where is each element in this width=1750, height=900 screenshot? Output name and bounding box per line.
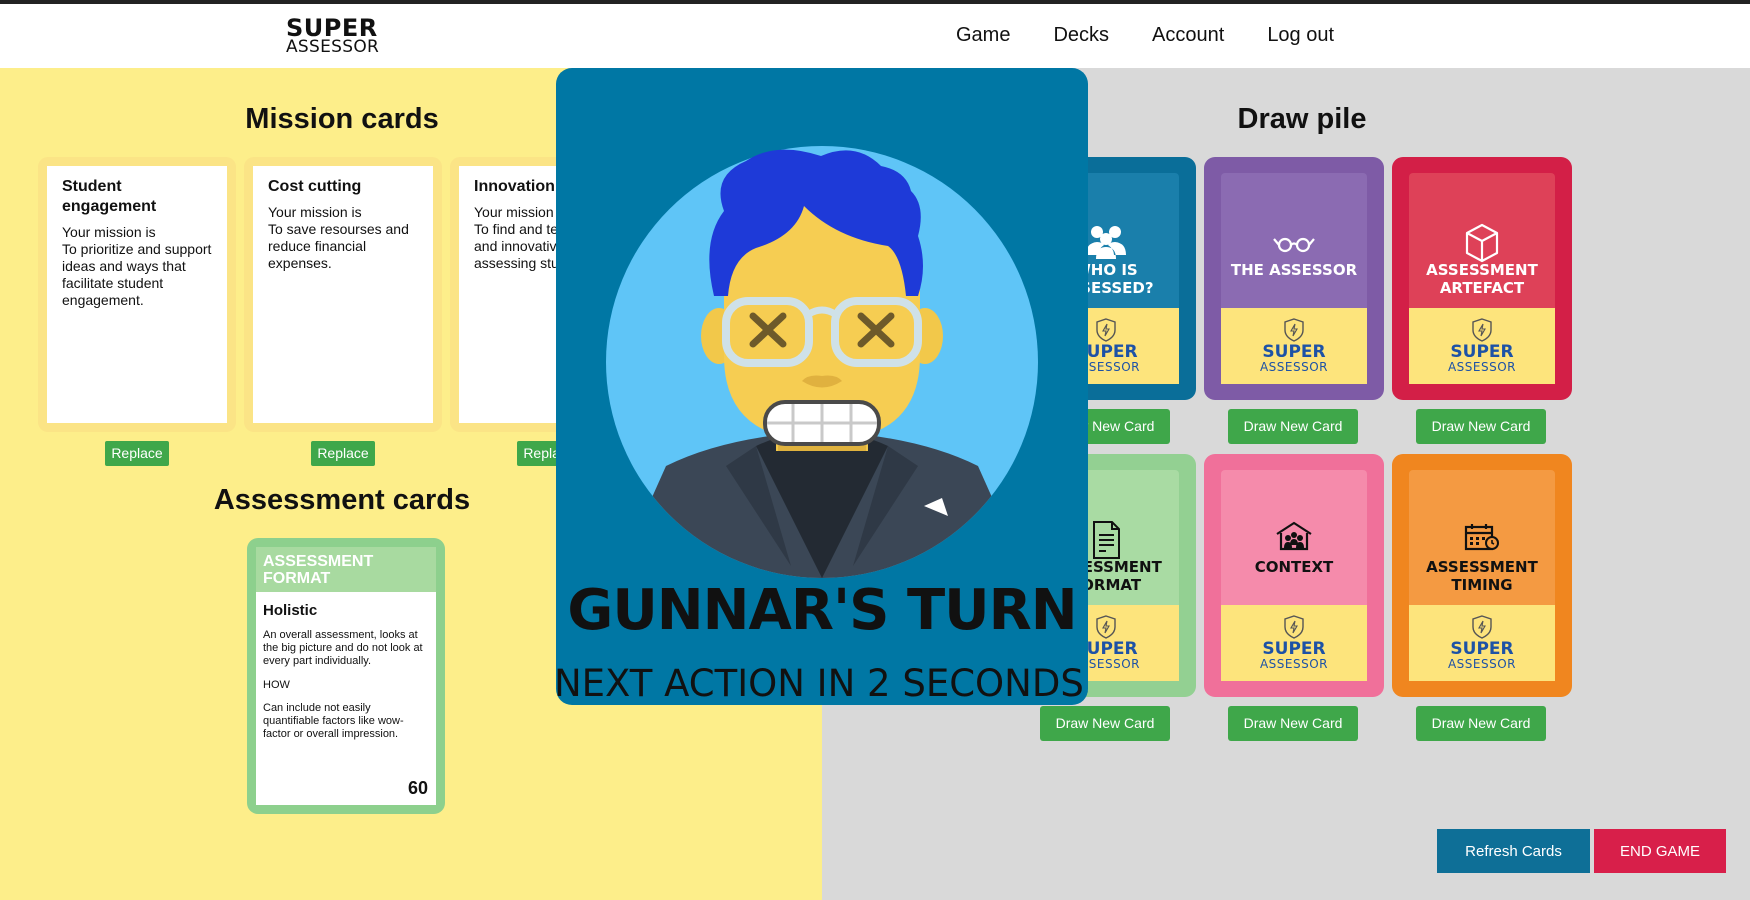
deck-brand-line1: SUPER xyxy=(1262,639,1326,659)
shield-icon xyxy=(1096,318,1116,342)
deck-card-face: THE ASSESSOR SUPER ASSESSOR xyxy=(1221,173,1367,384)
nav-logout[interactable]: Log out xyxy=(1267,24,1334,47)
calendar-icon xyxy=(1409,520,1555,558)
shield-icon xyxy=(1096,615,1116,639)
deck-brand-line2: ASSESSOR xyxy=(1447,657,1517,671)
shield-icon xyxy=(1284,615,1304,639)
shield-icon xyxy=(1472,318,1492,342)
logo[interactable]: SUPER ASSESSOR xyxy=(286,16,379,56)
deck-card[interactable]: CONTEXT SUPER ASSESSOR xyxy=(1204,454,1384,697)
nav-account[interactable]: Account xyxy=(1152,24,1224,47)
assessment-cards-title: Assessment cards xyxy=(213,484,471,516)
next-action-countdown: NEXT ACTION IN 2 SECONDS... xyxy=(556,662,1088,705)
deck-card[interactable]: THE ASSESSOR SUPER ASSESSOR xyxy=(1204,157,1384,400)
assessment-card-how: HOW xyxy=(263,679,290,691)
logo-line2: ASSESSOR xyxy=(286,37,380,57)
replace-button[interactable]: Replace xyxy=(105,441,169,466)
assessment-card-points: 60 xyxy=(407,778,428,798)
draw-new-card-button[interactable]: Draw New Card xyxy=(1228,409,1358,444)
deck-card[interactable]: ASSESSMENT TIMING SUPER ASSESSOR xyxy=(1392,454,1572,697)
deck-brand: SUPER ASSESSOR xyxy=(1221,308,1367,384)
end-game-button[interactable]: END GAME xyxy=(1594,829,1726,873)
deck-brand-line2: ASSESSOR xyxy=(1447,360,1517,374)
deck-brand-line1: SUPER xyxy=(1450,639,1514,659)
assessment-card-note: Can include not easily quantifiable fact… xyxy=(263,702,404,740)
deck-card-title: CONTEXT xyxy=(1254,558,1334,576)
turn-modal: GUNNAR'S TURN NEXT ACTION IN 2 SECONDS..… xyxy=(556,68,1088,705)
deck-card-face: CONTEXT SUPER ASSESSOR xyxy=(1221,470,1367,681)
refresh-cards-button[interactable]: Refresh Cards xyxy=(1437,829,1590,873)
deck-brand-line1: SUPER xyxy=(1450,342,1514,362)
draw-new-card-button[interactable]: Draw New Card xyxy=(1228,706,1358,741)
glasses-icon xyxy=(1221,223,1367,261)
deck-card-face: ASSESSMENT ARTEFACT SUPER ASSESSOR xyxy=(1409,173,1555,384)
deck-card-title: ASSESSMENT TIMING xyxy=(1426,558,1538,594)
draw-new-card-button[interactable]: Draw New Card xyxy=(1416,706,1546,741)
mission-cards-title: Mission cards xyxy=(245,103,439,135)
mission-card[interactable]: Student engagement Your mission is To pr… xyxy=(38,157,236,432)
mission-card-title: Cost cutting xyxy=(268,178,362,195)
mission-card-title: Student engagement xyxy=(62,178,157,215)
shield-icon xyxy=(1472,615,1492,639)
assessment-card-category: ASSESSMENT FORMAT xyxy=(256,547,436,592)
deck-card-face: ASSESSMENT TIMING SUPER ASSESSOR xyxy=(1409,470,1555,681)
mission-card-text: Your mission is To prioritize and suppor… xyxy=(62,224,212,308)
draw-new-card-button[interactable]: Draw New Card xyxy=(1416,409,1546,444)
navbar: SUPER ASSESSOR Game Decks Account Log ou… xyxy=(0,4,1750,68)
deck-brand: SUPER ASSESSOR xyxy=(1221,605,1367,681)
avatar-illustration xyxy=(606,146,1038,578)
deck-brand-line2: ASSESSOR xyxy=(1259,360,1329,374)
deck-card[interactable]: ASSESSMENT ARTEFACT SUPER ASSESSOR xyxy=(1392,157,1572,400)
turn-heading: GUNNAR'S TURN xyxy=(567,578,1077,643)
replace-button[interactable]: Replace xyxy=(311,441,375,466)
mission-card[interactable]: Cost cutting Your mission is To save res… xyxy=(244,157,442,432)
draw-new-card-button[interactable]: Draw New Card xyxy=(1040,706,1170,741)
deck-brand: SUPER ASSESSOR xyxy=(1409,605,1555,681)
deck-brand: SUPER ASSESSOR xyxy=(1409,308,1555,384)
assessment-card[interactable]: ASSESSMENT FORMAT Holistic An overall as… xyxy=(247,538,445,814)
school-icon xyxy=(1221,520,1367,558)
assessment-card-title: Holistic xyxy=(263,602,318,619)
shield-icon xyxy=(1284,318,1304,342)
nav-game[interactable]: Game xyxy=(956,24,1010,47)
deck-brand-line1: SUPER xyxy=(1262,342,1326,362)
deck-card-title: ASSESSMENT ARTEFACT xyxy=(1426,261,1538,297)
draw-pile-title: Draw pile xyxy=(1237,103,1367,135)
deck-brand-line2: ASSESSOR xyxy=(1259,657,1329,671)
mission-card-text: Your mission is To save resourses and re… xyxy=(268,204,409,271)
nav-links: Game Decks Account Log out xyxy=(956,24,1377,47)
player-avatar xyxy=(606,146,1038,578)
assessment-card-description: An overall assessment, looks at the big … xyxy=(263,629,423,667)
deck-card-title: THE ASSESSOR xyxy=(1230,261,1358,279)
nav-decks[interactable]: Decks xyxy=(1053,24,1109,47)
